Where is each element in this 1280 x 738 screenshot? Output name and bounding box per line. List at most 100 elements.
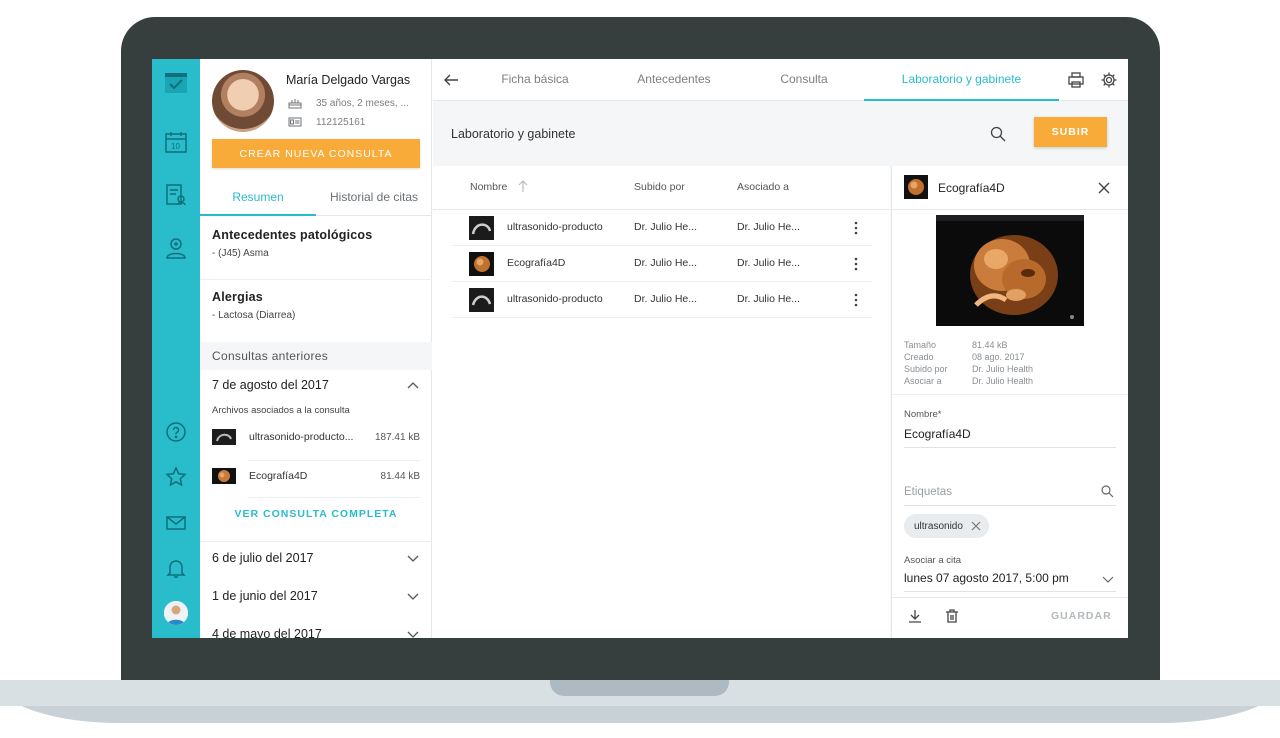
consult-date: 4 de mayo del 2017 [212, 627, 322, 638]
file-name: Ecografía4D [507, 257, 566, 269]
table-row[interactable]: Ecografía4D Dr. Julio He... Dr. Julio He… [452, 246, 872, 282]
remove-tag-icon[interactable] [971, 521, 981, 531]
gear-icon[interactable] [1100, 71, 1118, 89]
consult-date: 1 de junio del 2017 [212, 589, 318, 603]
trash-icon[interactable] [944, 608, 960, 624]
meta-value: Dr. Julio Health [972, 364, 1034, 374]
patient-age: 35 años, 2 meses, ... [316, 97, 409, 109]
allergies-item: - Lactosa (Diarrea) [212, 310, 296, 321]
tab-antecedentes[interactable]: Antecedentes [619, 59, 729, 101]
tab-historial-citas[interactable]: Historial de citas [316, 178, 432, 215]
name-field-label: Nombre* [904, 409, 942, 420]
divider [200, 541, 432, 542]
sort-arrow-up-icon[interactable] [517, 179, 529, 193]
name-field[interactable]: Ecografía4D [904, 427, 1116, 448]
side-rail: 10 [152, 59, 200, 638]
search-icon[interactable] [1100, 484, 1114, 498]
table-row[interactable]: ultrasonido-producto Dr. Julio He... Dr.… [452, 210, 872, 246]
chevron-down-icon[interactable] [406, 589, 420, 603]
chevron-down-icon[interactable] [1102, 573, 1114, 585]
chevron-down-icon[interactable] [406, 551, 420, 565]
tags-search-input[interactable]: Etiquetas [904, 482, 1116, 506]
consult-row[interactable]: 1 de junio del 2017 [212, 589, 420, 603]
top-nav: Ficha básica Antecedentes Consulta Labor… [433, 59, 1128, 101]
pathological-title: Antecedentes patológicos [212, 228, 373, 242]
consult-row[interactable]: 6 de julio del 2017 [212, 551, 420, 565]
bell-icon[interactable] [164, 556, 188, 580]
meta-key: Tamaño [904, 340, 937, 350]
upload-button[interactable]: SUBIR [1034, 117, 1107, 147]
file-name: ultrasonido-producto [507, 293, 603, 305]
associate-select[interactable]: lunes 07 agosto 2017, 5:00 pm [904, 571, 1116, 592]
more-vert-icon[interactable] [850, 256, 862, 272]
tab-resumen[interactable]: Resumen [200, 178, 316, 216]
records-icon[interactable] [164, 183, 188, 207]
more-vert-icon[interactable] [850, 220, 862, 236]
divider [248, 497, 420, 498]
uploaded-by: Dr. Julio He... [634, 293, 698, 305]
calendar-icon[interactable]: 10 [164, 130, 188, 154]
back-arrow-icon[interactable] [442, 71, 460, 89]
mail-icon[interactable] [164, 511, 188, 535]
meta-key: Asociar a [904, 376, 942, 386]
associated-to: Dr. Julio He... [737, 221, 801, 233]
app-screen: 10 María Delgado Vargas 35 años, 2 meses… [152, 59, 1128, 638]
column-associated[interactable]: Asociado a [737, 181, 789, 193]
print-icon[interactable] [1067, 71, 1085, 89]
star-icon[interactable] [164, 465, 188, 489]
meta-key: Creado [904, 352, 934, 362]
view-full-consult-link[interactable]: VER CONSULTA COMPLETA [200, 508, 432, 520]
tab-consulta[interactable]: Consulta [759, 59, 849, 101]
help-icon[interactable] [164, 420, 188, 444]
file-name: ultrasonido-producto... [249, 431, 354, 443]
ultrasound-thumbnail [212, 429, 236, 445]
file-size: 187.41 kB [374, 431, 420, 443]
save-button[interactable]: GUARDAR [1051, 610, 1112, 622]
ultrasound-thumbnail [469, 288, 494, 312]
doctor-icon[interactable] [164, 236, 188, 260]
patient-age-row: 35 años, 2 meses, ... [288, 97, 409, 109]
create-consult-button[interactable]: CREAR NUEVA CONSULTA [212, 139, 420, 168]
consult-row-expanded[interactable]: 7 de agosto del 2017 [212, 378, 420, 392]
consult-row[interactable]: 4 de mayo del 2017 [212, 627, 420, 638]
consult-date: 7 de agosto del 2017 [212, 378, 329, 392]
section-title: Laboratorio y gabinete [451, 127, 576, 141]
table-header: Nombre Subido por Asociado a [433, 166, 890, 210]
column-name[interactable]: Nombre [470, 181, 507, 193]
consult-date: 6 de julio del 2017 [212, 551, 314, 565]
meta-key: Subido por [904, 364, 948, 374]
table-row[interactable]: ultrasonido-producto Dr. Julio He... Dr.… [452, 282, 872, 318]
more-vert-icon[interactable] [850, 292, 862, 308]
search-icon[interactable] [989, 125, 1007, 143]
tag-chip[interactable]: ultrasonido [904, 514, 989, 538]
consult-file-row[interactable]: ultrasonido-producto... 187.41 kB [212, 429, 420, 445]
tab-ficha-basica[interactable]: Ficha básica [483, 59, 587, 101]
user-avatar[interactable] [164, 601, 188, 625]
cake-icon [288, 97, 302, 109]
divider [200, 279, 432, 280]
files-label: Archivos asociados a la consulta [212, 405, 350, 416]
file-detail-panel: Ecografía4D Tamaño 81.44 kB Creado 08 ag… [891, 166, 1128, 638]
chevron-up-icon[interactable] [406, 378, 420, 392]
uploaded-by: Dr. Julio He... [634, 221, 698, 233]
tab-laboratorio-gabinete[interactable]: Laboratorio y gabinete [864, 59, 1059, 101]
laptop-notch [550, 680, 729, 696]
ultrasound-thumbnail [469, 216, 494, 240]
column-uploaded-by[interactable]: Subido por [634, 181, 685, 193]
pathological-section: Antecedentes patológicos - (J45) Asma [212, 228, 372, 259]
file-size: 81.44 kB [380, 470, 420, 482]
chevron-down-icon[interactable] [406, 627, 420, 638]
file-name: ultrasonido-producto [507, 221, 603, 233]
download-icon[interactable] [907, 608, 923, 624]
close-icon[interactable] [1096, 180, 1112, 196]
uploaded-by: Dr. Julio He... [634, 257, 698, 269]
patient-panel: María Delgado Vargas 35 años, 2 meses, .… [200, 59, 432, 638]
main-area: Ficha básica Antecedentes Consulta Labor… [433, 59, 1128, 638]
pathological-item: - (J45) Asma [212, 248, 269, 259]
app-logo-icon[interactable] [164, 71, 188, 95]
ultrasound-4d-thumbnail [212, 468, 236, 484]
consult-file-row[interactable]: Ecografía4D 81.44 kB [212, 468, 420, 484]
patient-tabs: Resumen Historial de citas [200, 178, 432, 216]
ultrasound-4d-thumbnail [904, 175, 928, 199]
associated-to: Dr. Julio He... [737, 293, 801, 305]
